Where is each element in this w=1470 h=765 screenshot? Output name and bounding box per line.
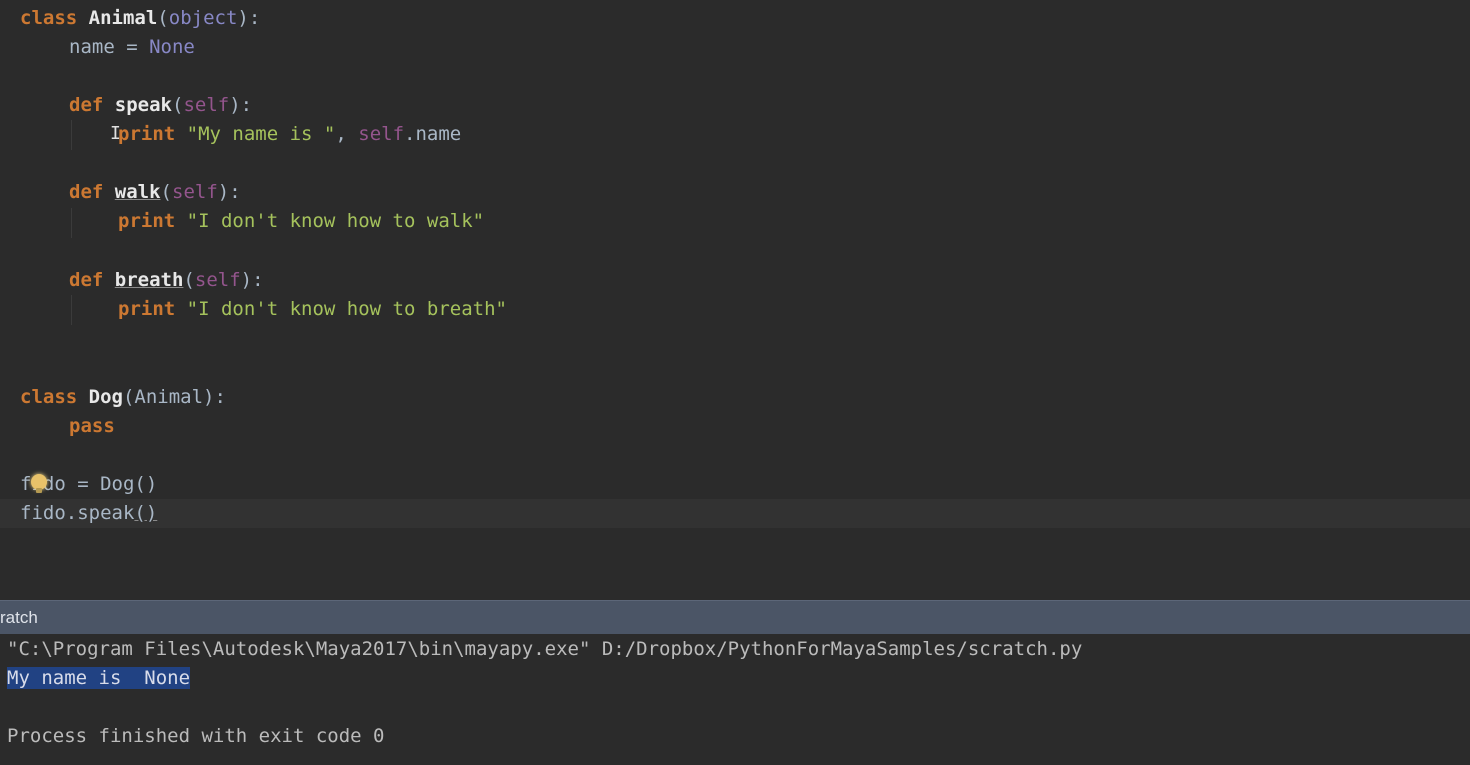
code-line-18[interactable]: fido.speak() <box>0 499 1470 528</box>
string-literal: "I don't know how to walk" <box>186 210 485 232</box>
keyword: print <box>118 210 176 232</box>
self-param: self <box>183 94 230 116</box>
keyword: pass <box>69 415 115 437</box>
code-line-17[interactable]: fido = Dog() <box>20 470 1470 499</box>
punct: ( <box>160 181 172 203</box>
code-line-2[interactable]: name = None <box>69 33 1470 62</box>
punct: ( <box>183 269 195 291</box>
code-line-5[interactable]: print "My name is ", self.name <box>118 120 1470 149</box>
indent-guide <box>71 120 72 150</box>
string-literal: "My name is " <box>186 123 336 145</box>
punct: ): <box>229 94 253 116</box>
console-command-line: "C:\Program Files\Autodesk\Maya2017\bin\… <box>7 638 1083 660</box>
code-line-4[interactable]: def speak(self): <box>69 91 1470 120</box>
punct: , <box>335 123 359 145</box>
console-exit-line: Process finished with exit code 0 <box>7 725 385 747</box>
code-line-14[interactable]: class Dog(Animal): <box>20 383 1470 412</box>
punct: ( <box>171 94 184 116</box>
class-name: Animal <box>88 7 158 29</box>
self-param: self <box>194 269 241 291</box>
text-cursor: I <box>110 123 121 144</box>
indent-guide <box>71 295 72 325</box>
base-class: object <box>168 7 238 29</box>
keyword: print <box>118 298 176 320</box>
self-param: self <box>172 181 218 203</box>
run-tab-title[interactable]: ratch <box>0 601 38 634</box>
keyword: class <box>20 7 78 29</box>
variable: name <box>69 36 115 58</box>
string-literal: "I don't know how to breath" <box>186 298 507 320</box>
keyword: def <box>69 181 104 203</box>
attribute: .name <box>404 123 462 145</box>
punct: ): <box>217 181 241 203</box>
code-line-8[interactable]: print "I don't know how to walk" <box>118 207 1470 236</box>
keyword: def <box>69 94 104 116</box>
lightbulb-icon[interactable] <box>31 474 47 493</box>
punct: ): <box>240 269 264 291</box>
keyword: class <box>20 386 78 408</box>
base-class: (Animal): <box>122 386 226 408</box>
code-line-11[interactable]: print "I don't know how to breath" <box>118 295 1470 324</box>
code-line-15[interactable]: pass <box>69 412 1470 441</box>
code-line-10[interactable]: def breath(self): <box>69 266 1470 295</box>
function-name: breath <box>114 269 184 291</box>
console-output-line: My name is None <box>7 664 191 693</box>
code-line-1[interactable]: class Animal(object): <box>20 4 1470 33</box>
run-console[interactable]: "C:\Program Files\Autodesk\Maya2017\bin\… <box>0 634 1470 765</box>
code-line-7[interactable]: def walk(self): <box>69 178 1470 207</box>
class-name: Dog <box>88 386 123 408</box>
function-name: walk <box>114 181 161 203</box>
code-editor[interactable]: class Animal(object): name = None def sp… <box>0 0 1470 600</box>
punct: ): <box>237 7 261 29</box>
run-panel-header[interactable]: ratch <box>0 600 1470 634</box>
punct: ( <box>157 7 169 29</box>
indent-guide <box>71 208 72 238</box>
keyword: print <box>118 123 176 145</box>
statement: fido.speak <box>20 502 135 524</box>
function-name: speak <box>114 94 172 116</box>
selected-output[interactable]: My name is None <box>7 667 191 689</box>
operator: = <box>114 36 150 58</box>
keyword: def <box>69 269 104 291</box>
self-ref: self <box>358 123 405 145</box>
call-parens: () <box>134 502 158 524</box>
none-constant: None <box>149 36 195 58</box>
